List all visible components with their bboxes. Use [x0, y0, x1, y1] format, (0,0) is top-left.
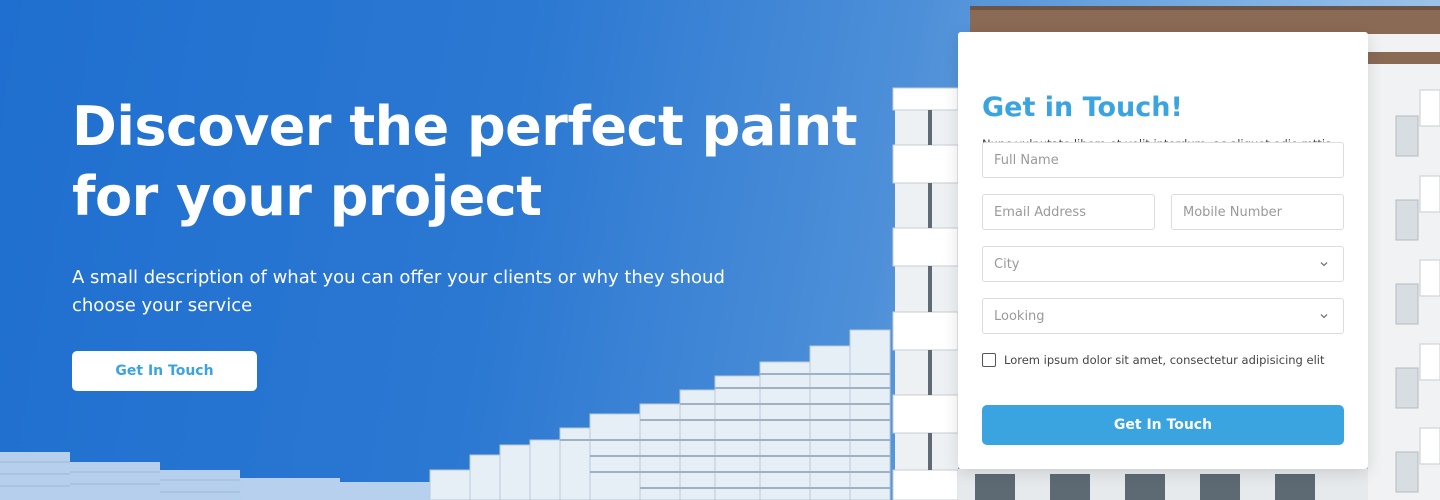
mobile-number-field[interactable]: Mobile Number — [1171, 194, 1344, 230]
city-select[interactable]: City — [982, 246, 1344, 282]
contact-form-card: Get in Touch! Nunc vulputate libero et v… — [958, 32, 1368, 469]
city-placeholder: City — [994, 256, 1020, 272]
email-placeholder: Email Address — [994, 204, 1086, 220]
chevron-down-icon — [1320, 314, 1328, 319]
hero-title-line-1: Discover the perfect paint — [72, 95, 858, 158]
chevron-down-icon — [1320, 262, 1328, 267]
email-field[interactable]: Email Address — [982, 194, 1155, 230]
full-name-placeholder: Full Name — [994, 152, 1059, 168]
hero-description: A small description of what you can offe… — [72, 267, 725, 316]
hero-title-line-2: for your project — [72, 165, 542, 228]
hero-title: Discover the perfect paint for your proj… — [72, 92, 872, 232]
mobile-placeholder: Mobile Number — [1183, 204, 1282, 220]
consent-label: Lorem ipsum dolor sit amet, consectetur … — [1004, 353, 1325, 367]
looking-select[interactable]: Looking — [982, 298, 1344, 334]
full-name-field[interactable]: Full Name — [982, 142, 1344, 178]
consent-checkbox[interactable] — [982, 353, 996, 367]
form-submit-button[interactable]: Get In Touch — [982, 405, 1344, 445]
form-title: Get in Touch! — [982, 92, 1183, 123]
hero-get-in-touch-button[interactable]: Get In Touch — [72, 351, 257, 391]
looking-placeholder: Looking — [994, 308, 1045, 324]
consent-checkbox-row[interactable]: Lorem ipsum dolor sit amet, consectetur … — [982, 353, 1325, 367]
